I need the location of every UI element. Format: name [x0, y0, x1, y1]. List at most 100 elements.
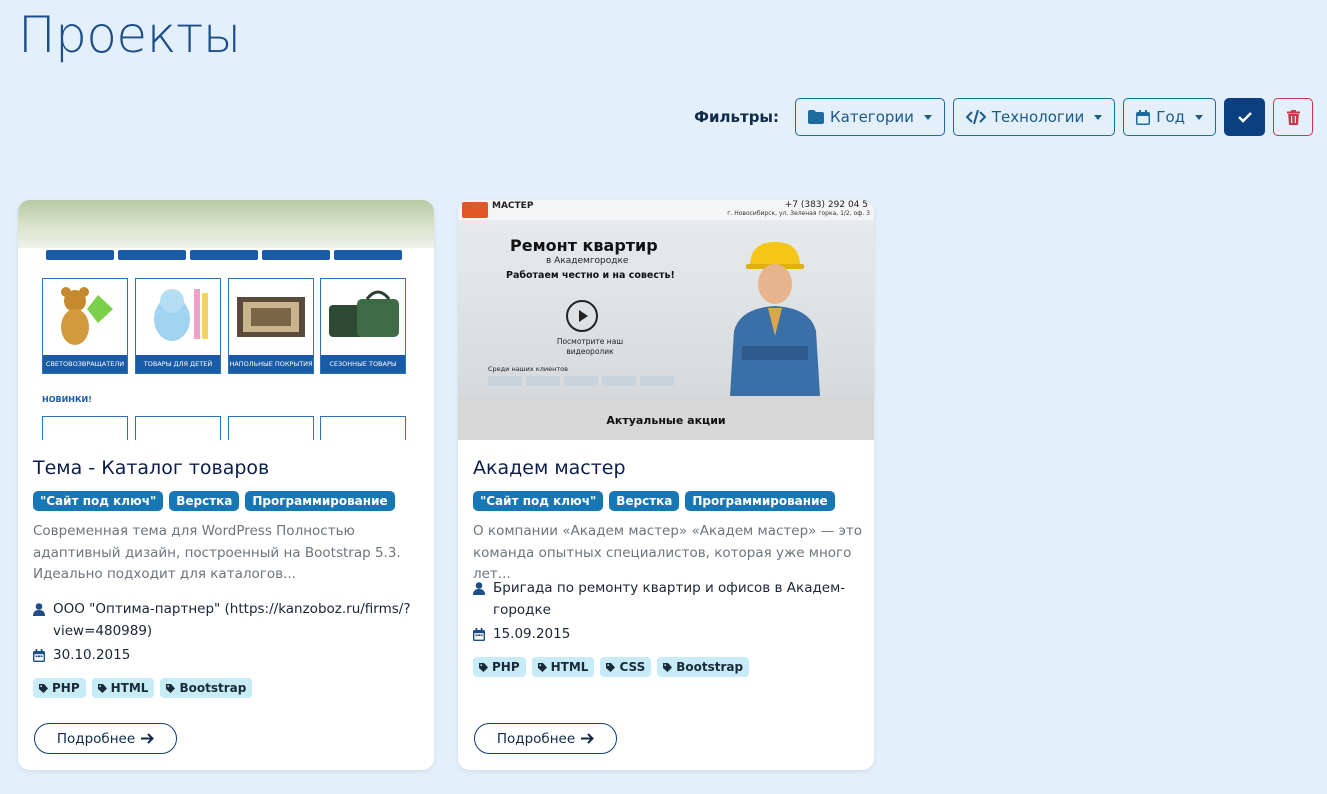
thumbnail-small-tile	[135, 416, 221, 440]
user-icon	[33, 603, 45, 616]
technologies-dropdown[interactable]: Технологии	[952, 98, 1116, 136]
category-badge: "Сайт под ключ"	[33, 491, 164, 511]
year-dropdown[interactable]: Год	[1123, 98, 1216, 136]
categories-dropdown[interactable]: Категории	[795, 98, 945, 136]
toys-icon	[154, 289, 208, 341]
category-badge: Программирование	[245, 491, 395, 511]
category-badge: Программирование	[685, 491, 835, 511]
date-text: 30.10.2015	[53, 647, 131, 663]
carpet-icon	[237, 297, 305, 337]
tag-icon	[606, 662, 616, 672]
arrow-right-icon	[141, 733, 155, 744]
tag-icon	[537, 662, 547, 672]
thumbnail-nav-item	[46, 250, 114, 260]
tile-label: ТОВАРЫ ДЛЯ ДЕТЕЙ	[136, 355, 220, 373]
filters-label: Фильтры:	[694, 108, 779, 126]
filters-bar: Фильтры: Категории Технологии Год	[694, 98, 1313, 136]
technology-tag: CSS	[600, 657, 652, 677]
tag-icon	[663, 662, 673, 672]
category-badges: "Сайт под ключ" Верстка Программирование	[33, 491, 395, 511]
thumbnail-logo-text: МАСТЕР	[492, 201, 534, 211]
thumbnail-small-tile	[320, 416, 406, 440]
project-card: СВЕТОВОЗВРАЩАТЕЛИ ТОВАРЫ ДЛЯ ДЕТЕЙ НАПОЛ…	[18, 200, 434, 770]
tile-label: СЕЗОННЫЕ ТОВАРЫ	[321, 355, 405, 373]
category-badges: "Сайт под ключ" Верстка Программирование	[473, 491, 835, 511]
teddy-bear-icon	[61, 287, 113, 345]
thumbnail-tile: СЕЗОННЫЕ ТОВАРЫ	[320, 278, 406, 374]
check-icon	[1237, 112, 1252, 123]
thumbnail-clients-label: Среди наших клиентов	[488, 365, 568, 373]
technology-tag: PHP	[473, 657, 526, 677]
page-title: Проекты	[18, 6, 241, 64]
client-text: ООО "Оптима-партнер" (https://kanzoboz.r…	[53, 601, 411, 639]
calendar-icon	[1136, 109, 1151, 125]
code-icon	[965, 110, 986, 124]
project-description: Современная тема для WordPress Полностью…	[33, 523, 401, 582]
play-icon	[566, 300, 598, 332]
project-date: 15.09.2015	[473, 624, 858, 646]
categories-label: Категории	[830, 108, 914, 126]
project-client: Бригада по ремонту квартир и офисов в Ак…	[473, 578, 858, 621]
project-description: О компании «Академ мастер» «Академ масте…	[473, 523, 863, 582]
technology-tag: Bootstrap	[160, 678, 253, 698]
client-text: Бригада по ремонту квартир и офисов в Ак…	[493, 580, 846, 618]
thumbnail-nav	[46, 250, 402, 260]
client-logo	[564, 376, 598, 386]
trash-icon	[1286, 109, 1300, 125]
thumbnail-nav-item	[262, 250, 330, 260]
technology-tag: HTML	[91, 678, 155, 698]
thumbnail-logo-icon	[462, 202, 488, 218]
date-text: 15.09.2015	[493, 626, 571, 642]
thumbnail-new-label: НОВИНКИ!	[42, 395, 92, 404]
thumbnail-promo-text: Актуальные акции	[606, 414, 726, 427]
year-label: Год	[1156, 108, 1185, 126]
thumbnail-tile: НАПОЛЬНЫЕ ПОКРЫТИЯ	[228, 278, 314, 374]
project-thumbnail[interactable]: СВЕТОВОЗВРАЩАТЕЛИ ТОВАРЫ ДЛЯ ДЕТЕЙ НАПОЛ…	[18, 200, 434, 440]
project-date: 30.10.2015	[33, 645, 418, 667]
folder-icon	[808, 110, 824, 124]
caret-down-icon	[1094, 114, 1103, 120]
details-label: Подробнее	[496, 730, 576, 747]
thumbnail-nav-item	[190, 250, 258, 260]
thumbnail-slogan: Работаем честно и на совесть!	[506, 270, 675, 281]
tag-icon	[479, 662, 488, 672]
tile-label: НАПОЛЬНЫЕ ПОКРЫТИЯ	[229, 355, 313, 373]
technology-tags: PHP HTML CSS Bootstrap	[473, 657, 750, 677]
caret-down-icon	[923, 114, 932, 120]
project-thumbnail[interactable]: МАСТЕР +7 (383) 292 04 5 г. Новосибирск,…	[458, 200, 874, 440]
thumbnail-client-logos	[488, 376, 674, 386]
project-client: ООО "Оптима-партнер" (https://kanzoboz.r…	[33, 599, 418, 642]
tile-label: СВЕТОВОЗВРАЩАТЕЛИ	[43, 355, 127, 373]
calendar-icon	[33, 649, 45, 662]
client-logo	[602, 376, 636, 386]
client-logo	[488, 376, 522, 386]
tag-icon	[166, 683, 176, 693]
details-button[interactable]: Подробнее	[34, 723, 177, 754]
user-icon	[473, 582, 485, 595]
calendar-icon	[473, 628, 485, 641]
arrow-right-icon	[581, 733, 595, 744]
category-badge: Верстка	[609, 491, 680, 511]
worker-image	[730, 242, 820, 396]
thumbnail-tile: СВЕТОВОЗВРАЩАТЕЛИ	[42, 278, 128, 374]
category-badge: Верстка	[169, 491, 240, 511]
tag-icon	[39, 683, 48, 693]
category-badge: "Сайт под ключ"	[473, 491, 604, 511]
thumbnail-nav-item	[118, 250, 186, 260]
technology-tag: PHP	[33, 678, 86, 698]
tag-icon	[97, 683, 107, 693]
apply-filters-button[interactable]	[1224, 98, 1265, 136]
clear-filters-button[interactable]	[1273, 98, 1313, 136]
project-title[interactable]: Тема - Каталог товаров	[33, 457, 269, 479]
bags-icon	[329, 290, 399, 337]
thumbnail-tile: ТОВАРЫ ДЛЯ ДЕТЕЙ	[135, 278, 221, 374]
project-title[interactable]: Академ мастер	[473, 457, 626, 479]
caret-down-icon	[1195, 114, 1203, 120]
thumbnail-watch-text: Посмотрите наш видеоролик	[556, 337, 624, 356]
thumbnail-heading: Ремонт квартир	[510, 236, 658, 255]
project-card: МАСТЕР +7 (383) 292 04 5 г. Новосибирск,…	[458, 200, 874, 770]
thumbnail-nav-item	[334, 250, 402, 260]
details-button[interactable]: Подробнее	[474, 723, 617, 754]
thumbnail-phone: +7 (383) 292 04 5	[784, 200, 868, 210]
technology-tag: Bootstrap	[657, 657, 750, 677]
